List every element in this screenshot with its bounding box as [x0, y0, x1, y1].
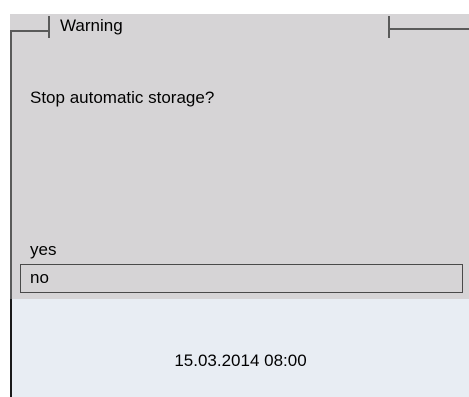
dialog-title-tab: Warning: [48, 16, 390, 38]
device-screen: Warning Stop automatic storage? yes no 1…: [10, 14, 469, 397]
option-yes[interactable]: yes: [30, 239, 56, 261]
date-time-display: 15.03.2014 08:00: [174, 351, 307, 370]
dialog-message: Stop automatic storage?: [30, 88, 215, 107]
dialog-title: Warning: [60, 16, 123, 35]
option-no-selected[interactable]: no: [20, 264, 463, 293]
warning-dialog: Warning Stop automatic storage? yes no: [10, 14, 469, 299]
status-bar: 15.03.2014 08:00: [10, 299, 469, 397]
dialog-frame-right: [388, 28, 469, 30]
